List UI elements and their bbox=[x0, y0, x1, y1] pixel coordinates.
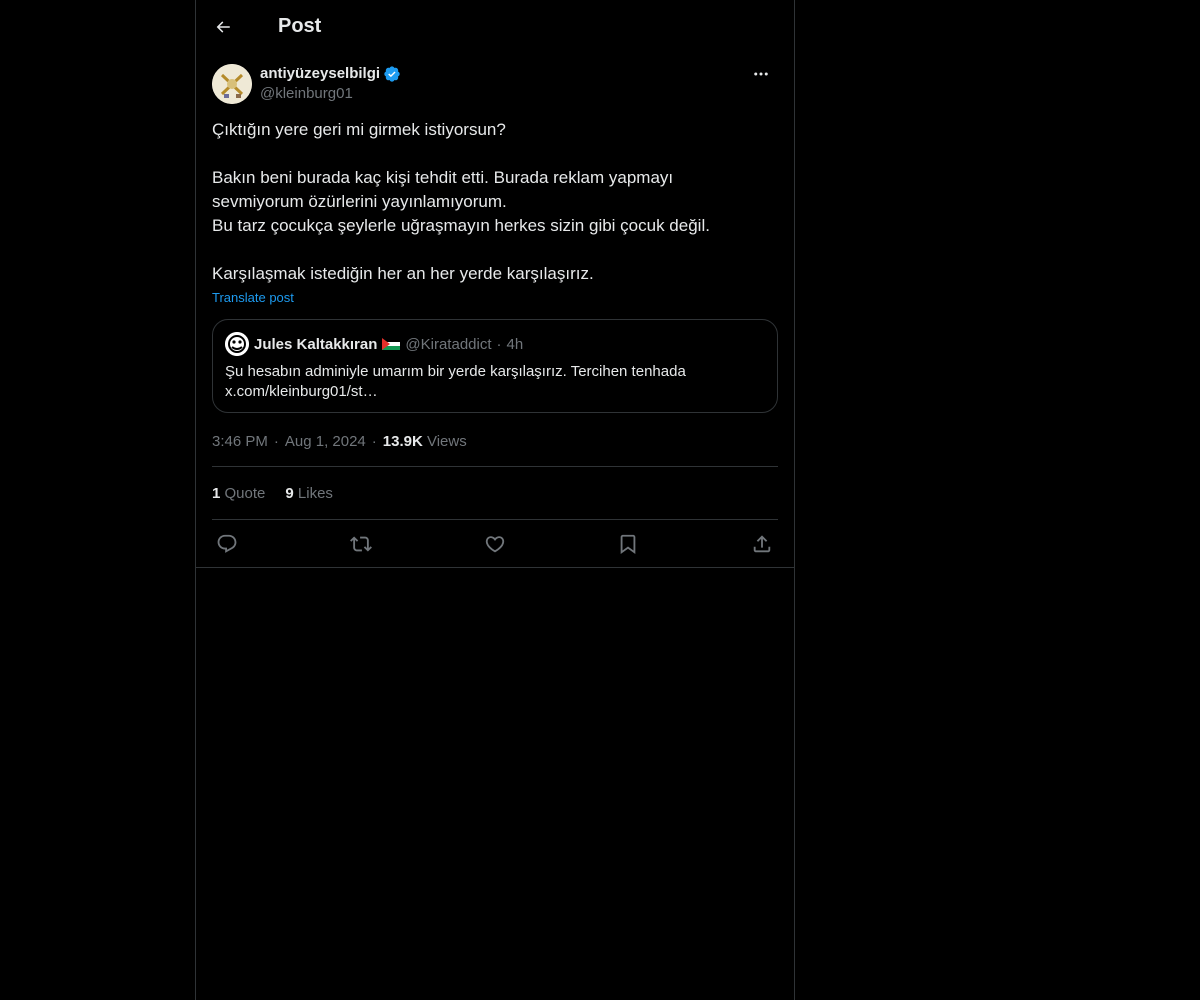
reply-button[interactable] bbox=[216, 533, 238, 555]
share-button[interactable] bbox=[751, 533, 773, 555]
share-icon bbox=[751, 533, 773, 555]
like-button[interactable] bbox=[484, 533, 506, 555]
page-title: Post bbox=[278, 15, 322, 37]
quoted-text-line: Şu hesabın adminiyle umarım bir yerde ka… bbox=[225, 363, 686, 380]
post-text-line: sevmiyorum özürlerini yayınlamıyorum. bbox=[212, 192, 507, 211]
views-count: 13.9K bbox=[382, 433, 423, 450]
engagement-stats: 1 Quote 9 Likes bbox=[212, 467, 778, 520]
post-text-line: Çıktığın yere geri mi girmek istiyorsun? bbox=[212, 120, 506, 139]
avatar[interactable] bbox=[212, 64, 252, 104]
post-date[interactable]: Aug 1, 2024 bbox=[285, 433, 366, 450]
author-meta: antiyüzeyselbilgi @kleinburg01 bbox=[260, 64, 401, 104]
quoted-text: Şu hesabın adminiyle umarım bir yerde ka… bbox=[225, 362, 765, 402]
quoted-post[interactable]: Jules Kaltakkıran @Kirataddict · 4h Şu h… bbox=[212, 319, 778, 413]
post-timestamp-row: 3:46 PM · Aug 1, 2024 · 13.9K Views bbox=[212, 433, 778, 467]
separator-dot: · bbox=[371, 433, 377, 450]
quotes-label: Quote bbox=[224, 484, 266, 502]
quoted-post-header: Jules Kaltakkıran @Kirataddict · 4h bbox=[225, 332, 765, 356]
arrow-left-icon bbox=[214, 18, 232, 36]
quoted-time[interactable]: 4h bbox=[507, 336, 524, 353]
divider bbox=[196, 567, 794, 568]
page-header: Post bbox=[196, 0, 794, 53]
author-row: antiyüzeyselbilgi @kleinburg01 bbox=[212, 64, 778, 104]
repost-icon bbox=[349, 533, 372, 555]
likes-label: Likes bbox=[297, 484, 333, 502]
post-text-line: Karşılaşmak istediğin her an her yerde k… bbox=[212, 264, 594, 283]
quotes-stat[interactable]: 1 Quote bbox=[212, 485, 265, 502]
more-horizontal-icon bbox=[752, 65, 770, 83]
primary-column: Post antiyüzeyselbilgi @kleinburg01 Çıkt… bbox=[195, 0, 795, 1000]
post-time[interactable]: 3:46 PM bbox=[212, 433, 268, 450]
more-options-button[interactable] bbox=[744, 64, 778, 84]
separator-dot: · bbox=[496, 335, 502, 353]
quoted-avatar[interactable] bbox=[225, 332, 249, 356]
separator-dot: · bbox=[273, 433, 279, 450]
bookmark-button[interactable] bbox=[617, 533, 639, 555]
quoted-text-link[interactable]: x.com/kleinburg01/st… bbox=[225, 382, 765, 402]
post-text-line: Bu tarz çocukça şeylerle uğraşmayın herk… bbox=[212, 216, 710, 235]
name-line: antiyüzeyselbilgi bbox=[260, 64, 401, 84]
verified-badge-icon[interactable] bbox=[383, 65, 401, 83]
post-text: Çıktığın yere geri mi girmek istiyorsun?… bbox=[212, 118, 778, 286]
author-handle[interactable]: @kleinburg01 bbox=[260, 84, 401, 104]
quoted-handle[interactable]: @Kirataddict bbox=[405, 336, 491, 353]
quoted-display-name[interactable]: Jules Kaltakkıran bbox=[254, 336, 377, 353]
post-text-line: Bakın beni burada kaç kişi tehdit etti. … bbox=[212, 168, 674, 187]
author-display-name[interactable]: antiyüzeyselbilgi bbox=[260, 64, 380, 84]
likes-stat[interactable]: 9 Likes bbox=[285, 485, 333, 502]
back-button[interactable] bbox=[206, 10, 240, 44]
likes-count: 9 bbox=[285, 484, 294, 502]
like-icon bbox=[484, 533, 506, 555]
palestine-flag-icon bbox=[382, 338, 401, 350]
quotes-count: 1 bbox=[212, 484, 221, 502]
reply-icon bbox=[216, 533, 238, 555]
post-detail: antiyüzeyselbilgi @kleinburg01 Çıktığın … bbox=[196, 64, 794, 567]
post-actions bbox=[212, 520, 778, 567]
views-label: Views bbox=[426, 433, 467, 450]
bookmark-icon bbox=[617, 533, 639, 555]
repost-button[interactable] bbox=[349, 533, 372, 555]
translate-post-link[interactable]: Translate post bbox=[212, 290, 294, 305]
